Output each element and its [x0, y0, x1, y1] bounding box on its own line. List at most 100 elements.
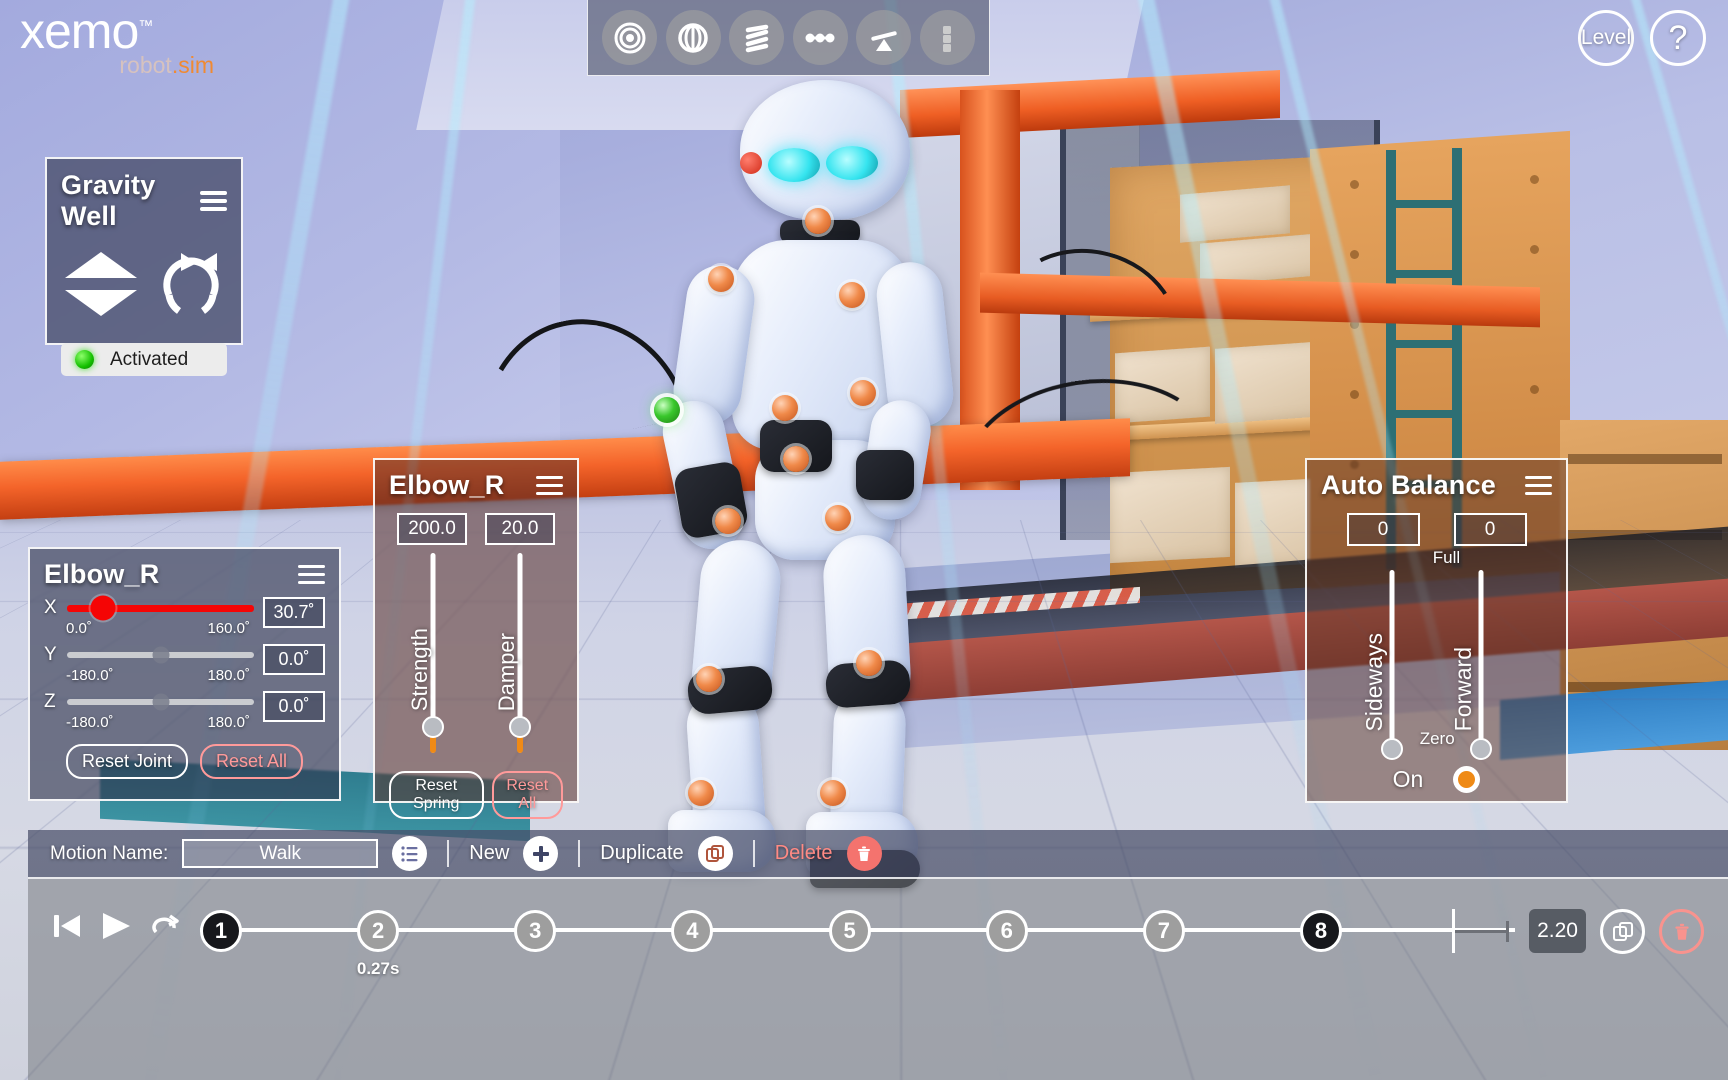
auto-balance-sliders[interactable]: Sideways Forward: [1321, 570, 1552, 760]
joint-chain-icon[interactable]: [792, 10, 848, 65]
motion-name-input[interactable]: Walk: [182, 839, 379, 868]
axis-row-z[interactable]: Z -180.0˚ 180.0˚ 0.0˚: [44, 691, 325, 731]
rotate-icon[interactable]: [157, 249, 225, 324]
balance-icon[interactable]: [856, 10, 912, 65]
axis-row-y[interactable]: Y -180.0˚ 180.0˚ 0.0˚: [44, 644, 325, 684]
strength-value[interactable]: 200.0: [397, 513, 467, 545]
keyframe-6[interactable]: 6: [985, 910, 1028, 952]
spring-properties-panel[interactable]: Elbow_R 200.0 20.0 Strength Damper Reset…: [373, 458, 579, 819]
axis-value-x[interactable]: 30.7˚: [263, 597, 325, 628]
keyframe-1[interactable]: 1: [200, 910, 242, 952]
reset-all-button[interactable]: Reset All: [200, 744, 304, 779]
scene-ladder-rung: [1386, 410, 1462, 418]
plus-icon[interactable]: [523, 836, 559, 871]
trash-icon[interactable]: [1659, 909, 1704, 954]
trash-icon[interactable]: [846, 836, 882, 871]
axis-slider-knob-z[interactable]: [152, 693, 169, 711]
axis-slider-y[interactable]: [67, 646, 254, 664]
motion-toolbar[interactable]: Motion Name: Walk New Duplicate Delete: [28, 830, 1728, 879]
spring-panel-buttons[interactable]: Reset Spring Reset All: [389, 771, 563, 819]
hamburger-icon[interactable]: [200, 191, 227, 211]
gravity-well-status[interactable]: Activated: [61, 343, 227, 376]
auto-balance-bottom-label: Zero: [1419, 729, 1455, 748]
forward-slider[interactable]: Forward: [1450, 570, 1511, 760]
reset-all-button[interactable]: Reset All: [491, 771, 563, 819]
axis-slider-knob-y[interactable]: [152, 646, 169, 664]
copy-icon[interactable]: [1600, 909, 1645, 954]
joint-marker-elbow-l[interactable]: [850, 380, 876, 406]
auto-balance-toggle[interactable]: On: [1307, 766, 1566, 793]
auto-balance-values[interactable]: 0 0: [1321, 513, 1552, 546]
level-button[interactable]: Level: [1578, 10, 1634, 66]
axis-slider-x[interactable]: [67, 595, 254, 621]
axis-slider-knob-x[interactable]: [90, 595, 116, 621]
hamburger-icon[interactable]: [536, 475, 563, 496]
robot-head[interactable]: [740, 80, 910, 220]
gravity-well-panel[interactable]: Gravity Well Activated: [45, 157, 243, 376]
loop-icon[interactable]: [148, 912, 182, 945]
hamburger-icon[interactable]: [298, 564, 325, 585]
hamburger-icon[interactable]: [1525, 475, 1552, 496]
damper-value[interactable]: 20.0: [485, 513, 555, 545]
robot-model[interactable]: [459, 70, 1040, 900]
on-radio-icon[interactable]: [1453, 766, 1481, 793]
status-led: [75, 350, 94, 369]
joint-marker-hip-center[interactable]: [783, 446, 809, 472]
axis-value-y[interactable]: 0.0˚: [263, 644, 325, 675]
keyframe-number: 8: [1314, 918, 1328, 943]
auto-balance-panel[interactable]: Auto Balance 0 0 Full Sideways Forward Z…: [1305, 458, 1568, 803]
joint-marker-shoulder-l[interactable]: [708, 266, 734, 292]
keyframe-strip[interactable]: 1 2 0.27s 3 4 5 6 7 8: [200, 909, 1515, 978]
joint-marker-ankle-r[interactable]: [820, 780, 846, 806]
sideways-value[interactable]: 0: [1346, 513, 1420, 546]
damper-slider[interactable]: Damper: [490, 553, 550, 753]
gyro-icon[interactable]: [665, 10, 721, 65]
more-options-icon[interactable]: [919, 10, 975, 65]
joint-marker-hip-r[interactable]: [825, 505, 851, 531]
strength-slider[interactable]: Strength: [403, 553, 463, 753]
top-right-controls[interactable]: Level ?: [1578, 10, 1706, 66]
axis-slider-z[interactable]: [67, 693, 254, 711]
gravity-well-mode-icons[interactable]: [61, 248, 227, 325]
tool-toolbar[interactable]: [587, 0, 990, 76]
forward-value[interactable]: 0: [1453, 513, 1527, 546]
joint-marker-hip-l[interactable]: [715, 508, 741, 534]
list-icon[interactable]: [392, 836, 428, 871]
keyframe-8[interactable]: 8: [1299, 910, 1342, 952]
spring-values[interactable]: 200.0 20.0: [389, 513, 563, 545]
strength-label: Strength: [406, 627, 432, 711]
joint-marker-elbow-r-selected[interactable]: [654, 397, 680, 423]
reset-joint-button[interactable]: Reset Joint: [65, 744, 188, 779]
duration-value[interactable]: 2.20: [1529, 909, 1586, 953]
axis-row-x[interactable]: X 0.0˚ 160.0˚ 30.7˚: [44, 595, 325, 637]
keyframe-5[interactable]: 5: [828, 910, 871, 952]
copy-icon[interactable]: [697, 836, 733, 871]
joint-marker-neck[interactable]: [805, 208, 831, 234]
spring-sliders[interactable]: Strength Damper: [389, 553, 563, 753]
move-vertical-icon[interactable]: [63, 248, 139, 325]
keyframe-4[interactable]: 4: [671, 910, 714, 952]
sideways-slider[interactable]: Sideways: [1361, 570, 1422, 760]
joint-marker-shoulder-r[interactable]: [839, 282, 865, 308]
help-button[interactable]: ?: [1650, 10, 1706, 66]
joint-marker-spine[interactable]: [772, 395, 798, 421]
skip-back-icon[interactable]: [50, 909, 84, 948]
reset-spring-button[interactable]: Reset Spring: [389, 771, 484, 819]
keyframe-timeline[interactable]: 1 2 0.27s 3 4 5 6 7 8 2.20: [28, 879, 1728, 1080]
axis-value-z[interactable]: 0.0˚: [263, 691, 325, 722]
keyframe-3[interactable]: 3: [514, 910, 557, 952]
keyframe-7[interactable]: 7: [1142, 910, 1185, 952]
joint-marker-knee-r[interactable]: [856, 650, 882, 676]
keyframe-2[interactable]: 2 0.27s: [357, 910, 399, 978]
joint-properties-panel[interactable]: Elbow_R X 0.0˚ 160.0˚ 30.7˚ Y -180.0˚ 18…: [28, 547, 341, 801]
timeline-end-marker[interactable]: [1451, 909, 1455, 953]
timeline-actions[interactable]: [1600, 909, 1728, 954]
joint-marker-ankle-l[interactable]: [688, 780, 714, 806]
spring-icon[interactable]: [729, 10, 785, 65]
joint-panel-buttons[interactable]: Reset Joint Reset All: [44, 744, 325, 779]
robot-hand-right[interactable]: [856, 450, 914, 500]
transport-controls[interactable]: [28, 909, 200, 948]
play-icon[interactable]: [100, 909, 132, 948]
joint-marker-knee-l[interactable]: [696, 666, 722, 692]
gravity-well-icon[interactable]: [602, 10, 658, 65]
